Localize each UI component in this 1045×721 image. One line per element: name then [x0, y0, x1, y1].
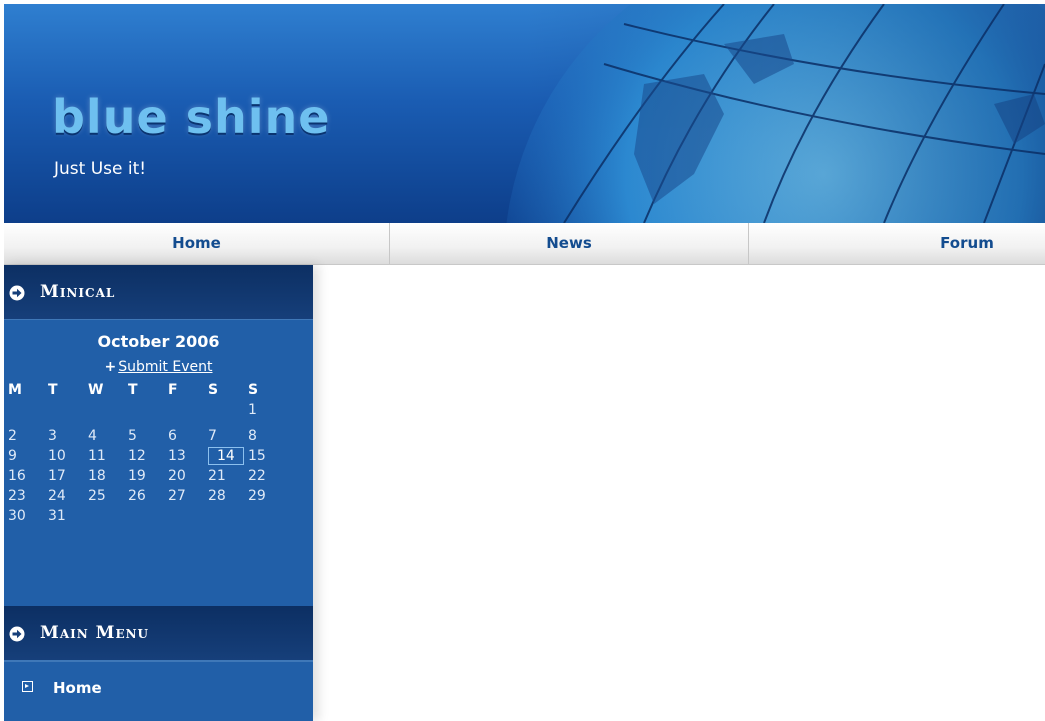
weekday-header: F: [168, 382, 178, 398]
calendar-day: 9: [8, 448, 17, 464]
calendar-day: 26: [128, 488, 146, 504]
calendar-grid: M T W T F S S 1 2 3 4 5 6 7 8 9 10 11 12…: [8, 380, 288, 526]
calendar-day: [208, 506, 248, 526]
site-header: blue shine Just Use it!: [4, 4, 1045, 223]
calendar-day: [168, 506, 208, 526]
minical-calendar: October 2006 + Submit Event M T W T F S S: [4, 320, 313, 606]
calendar-day: 1: [248, 402, 257, 418]
calendar-day: 27: [168, 488, 186, 504]
calendar-day: 31: [48, 508, 66, 524]
calendar-day: 30: [8, 508, 26, 524]
main-menu-item-home[interactable]: Home: [4, 661, 313, 714]
calendar-day: 17: [48, 468, 66, 484]
calendar-day: 12: [128, 448, 146, 464]
calendar-day: 22: [248, 468, 266, 484]
top-nav: Home News Forum: [4, 223, 1045, 265]
calendar-day: 10: [48, 448, 66, 464]
weekday-header: T: [128, 382, 138, 398]
arrow-circle-right-icon: [9, 285, 25, 301]
calendar-day: 6: [168, 428, 177, 444]
site-logo-title[interactable]: blue shine: [52, 90, 331, 144]
calendar-day: [8, 400, 48, 420]
calendar-day: 29: [248, 488, 266, 504]
arrow-circle-right-icon: [9, 626, 25, 642]
calendar-day: 28: [208, 488, 226, 504]
minical-header: Minical: [4, 265, 313, 320]
page-frame: blue shine Just Use it! Home News Forum …: [4, 4, 1045, 721]
site-tagline: Just Use it!: [54, 159, 147, 179]
minical-title: Minical: [40, 282, 116, 302]
sidebar: Minical October 2006 + Submit Event M T W…: [4, 265, 313, 721]
weekday-header: S: [208, 382, 219, 398]
calendar-day: 7: [208, 428, 217, 444]
main-menu-title: Main Menu: [40, 623, 150, 643]
calendar-day: 16: [8, 468, 26, 484]
calendar-day: [128, 506, 168, 526]
calendar-day: [88, 400, 128, 420]
calendar-day: 23: [8, 488, 26, 504]
bullet-arrow-icon: [22, 681, 33, 692]
weekday-header: M: [8, 382, 22, 398]
nav-item-forum[interactable]: Forum: [749, 223, 1045, 264]
today-marker: 14: [208, 447, 244, 465]
calendar-day: [48, 400, 88, 420]
nav-item-home[interactable]: Home: [4, 223, 390, 264]
calendar-day: 25: [88, 488, 106, 504]
calendar-day: 8: [248, 428, 257, 444]
weekday-header: W: [88, 382, 104, 398]
weekday-header: T: [48, 382, 58, 398]
calendar-day: 5: [128, 428, 137, 444]
weekday-header: S: [248, 382, 259, 398]
submit-event: + Submit Event: [4, 359, 313, 375]
main-menu-header: Main Menu: [4, 606, 313, 661]
calendar-day: 19: [128, 468, 146, 484]
calendar-day: 13: [168, 448, 186, 464]
calendar-day: 3: [48, 428, 57, 444]
main-menu-item-label: Home: [53, 679, 102, 697]
calendar-day: 18: [88, 468, 106, 484]
calendar-day: [88, 506, 128, 526]
calendar-day-today: 14: [208, 446, 248, 466]
plus-icon: +: [104, 359, 117, 375]
calendar-day: [128, 400, 168, 420]
submit-event-link[interactable]: Submit Event: [118, 359, 212, 375]
calendar-day: 11: [88, 448, 106, 464]
calendar-month: October 2006: [97, 332, 220, 351]
calendar-day: [248, 506, 288, 526]
calendar-day: [168, 400, 208, 420]
calendar-day: 21: [208, 468, 226, 484]
calendar-day: [208, 400, 248, 420]
calendar-day: 20: [168, 468, 186, 484]
calendar-day: 15: [248, 448, 266, 464]
calendar-day: 4: [88, 428, 97, 444]
calendar-day: 24: [48, 488, 66, 504]
nav-item-news[interactable]: News: [390, 223, 749, 264]
calendar-day: 2: [8, 428, 17, 444]
